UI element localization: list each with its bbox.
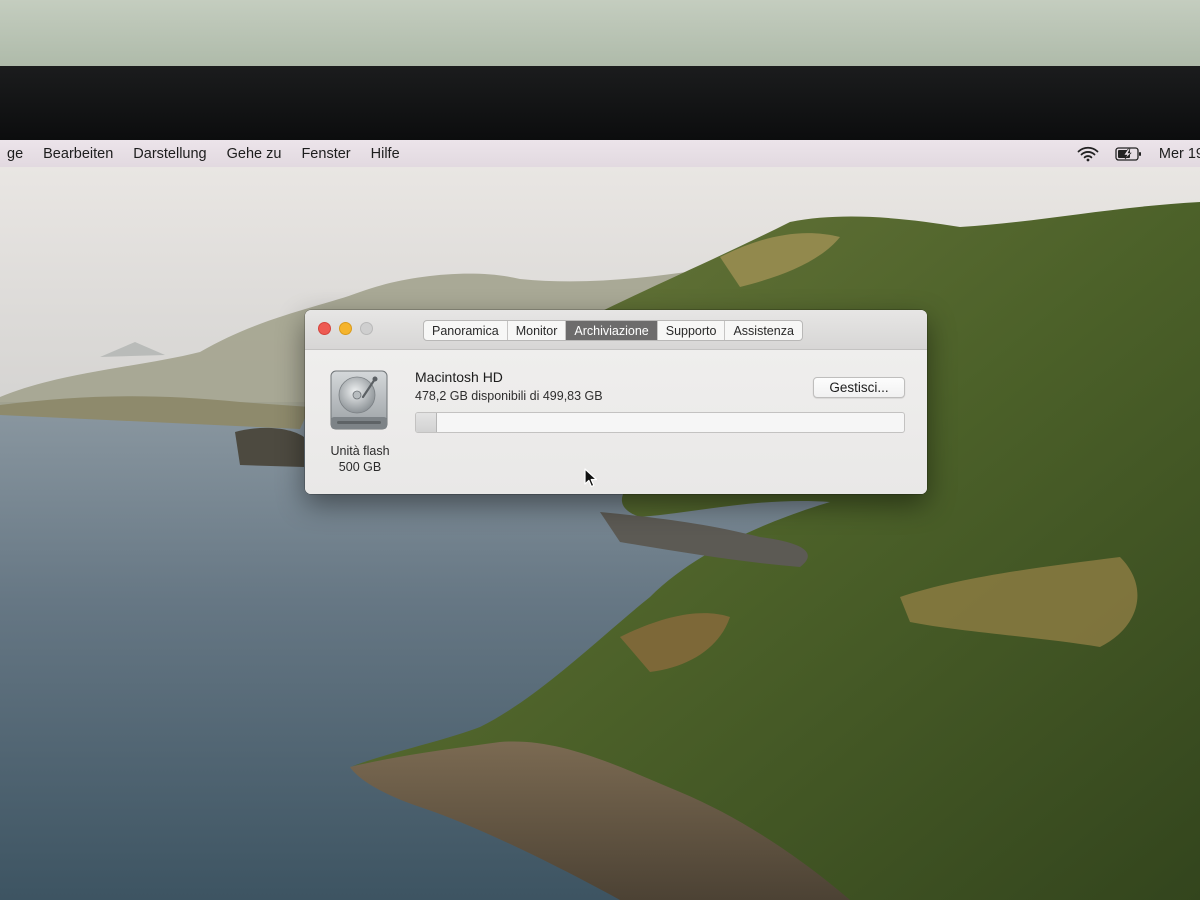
menu-bar: ge Bearbeiten Darstellung Gehe zu Fenste… <box>0 140 1200 167</box>
tab-assistenza[interactable]: Assistenza <box>725 321 801 340</box>
menu-item-darstellung[interactable]: Darstellung <box>123 140 216 167</box>
storage-used-segment <box>416 413 437 432</box>
tab-panoramica[interactable]: Panoramica <box>424 321 508 340</box>
monitor-bezel <box>0 66 1200 140</box>
mouse-pointer-icon <box>584 468 598 488</box>
window-titlebar[interactable]: Panoramica Monitor Archiviazione Support… <box>305 310 927 350</box>
wall-background <box>0 0 1200 68</box>
storage-pane: Unità flash 500 GB Macintosh HD 478,2 GB… <box>305 350 927 494</box>
battery-charging-icon[interactable] <box>1115 146 1143 162</box>
menu-item-hilfe[interactable]: Hilfe <box>361 140 410 167</box>
minimize-button[interactable] <box>339 322 352 335</box>
desktop-wallpaper <box>0 167 1200 900</box>
wifi-icon[interactable] <box>1077 146 1099 162</box>
menu-item-fenster[interactable]: Fenster <box>291 140 360 167</box>
menu-item-gehe-zu[interactable]: Gehe zu <box>217 140 292 167</box>
about-this-mac-window: Panoramica Monitor Archiviazione Support… <box>305 310 927 494</box>
screen: ge Bearbeiten Darstellung Gehe zu Fenste… <box>0 140 1200 900</box>
storage-usage-bar <box>415 412 905 433</box>
tab-supporto[interactable]: Supporto <box>658 321 726 340</box>
hard-drive-icon <box>330 370 388 430</box>
disk-label: Unità flash 500 GB <box>315 443 405 475</box>
disk-type-label: Unità flash <box>330 444 390 458</box>
menu-bar-status-area: Mer 19 <box>1077 140 1200 167</box>
volume-name: Macintosh HD <box>415 369 503 385</box>
tab-archiviazione[interactable]: Archiviazione <box>566 321 658 340</box>
manage-button[interactable]: Gestisci... <box>813 377 905 398</box>
menu-item-partial[interactable]: ge <box>0 140 33 167</box>
tab-bar: Panoramica Monitor Archiviazione Support… <box>423 320 803 341</box>
close-button[interactable] <box>318 322 331 335</box>
menu-bar-clock[interactable]: Mer 19 <box>1159 146 1200 162</box>
menu-item-bearbeiten[interactable]: Bearbeiten <box>33 140 123 167</box>
menu-items: ge Bearbeiten Darstellung Gehe zu Fenste… <box>0 140 410 167</box>
volume-available-text: 478,2 GB disponibili di 499,83 GB <box>415 389 603 403</box>
zoom-button <box>360 322 373 335</box>
disk-size-label: 500 GB <box>338 460 382 474</box>
tab-monitor[interactable]: Monitor <box>508 321 567 340</box>
